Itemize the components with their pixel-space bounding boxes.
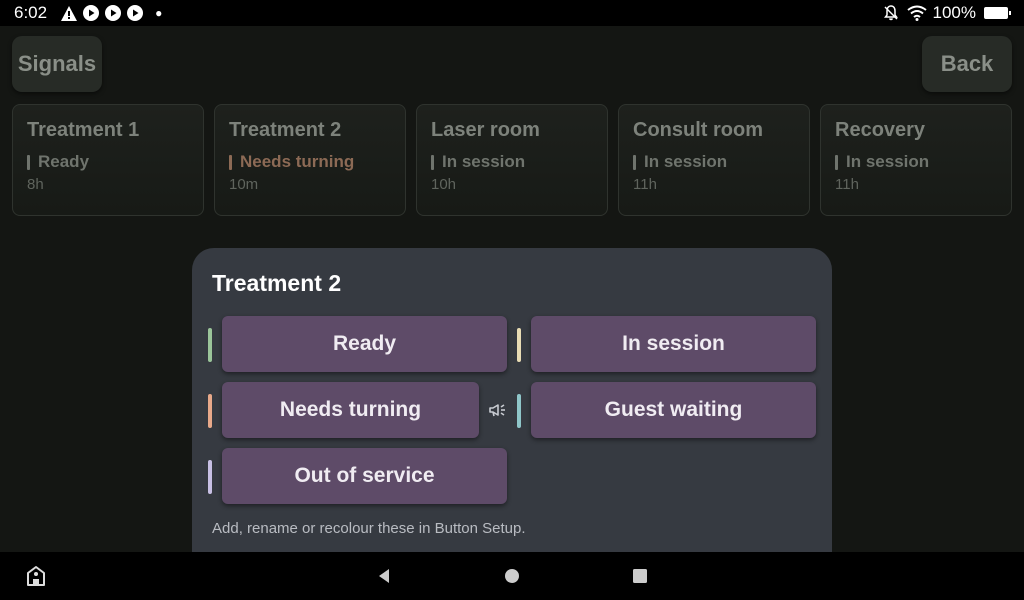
- room-status: In session: [633, 152, 795, 172]
- in-session-color-stripe: [517, 328, 521, 362]
- battery-icon: [984, 7, 1011, 19]
- play-icon: [105, 5, 122, 21]
- accessibility-icon[interactable]: [20, 552, 52, 600]
- room-status: Needs turning: [229, 152, 391, 172]
- status-time: 6:02: [14, 3, 48, 22]
- status-bar-indicator: [633, 154, 636, 170]
- status-bar-indicator: [431, 154, 434, 170]
- status-bar-indicator: [835, 154, 838, 170]
- room-time: 11h: [633, 176, 657, 193]
- back-nav-icon[interactable]: [370, 552, 398, 600]
- navigation-bar: [0, 552, 1024, 600]
- room-time: 10m: [229, 176, 259, 193]
- notifications-off-icon: [881, 5, 901, 21]
- out-of-service-color-stripe: [208, 460, 212, 494]
- room-card-recovery[interactable]: Recovery In session 11h: [820, 104, 1012, 216]
- alert-icon: [61, 5, 78, 21]
- room-name: Treatment 2: [229, 119, 342, 141]
- out-of-service-button[interactable]: Out of service: [222, 448, 507, 504]
- ready-color-stripe: [208, 328, 212, 362]
- room-card-treatment-1[interactable]: Treatment 1 Ready 8h: [12, 104, 204, 216]
- room-time: 11h: [835, 176, 859, 193]
- room-status: Ready: [27, 152, 189, 172]
- home-nav-icon[interactable]: [498, 552, 526, 600]
- back-button[interactable]: Back: [922, 36, 1012, 92]
- signals-button[interactable]: Signals: [12, 36, 102, 92]
- room-name: Laser room: [431, 119, 540, 141]
- room-card-laser-room[interactable]: Laser room In session 10h: [416, 104, 608, 216]
- room-name: Recovery: [835, 119, 926, 141]
- needs-turning-color-stripe: [208, 394, 212, 428]
- room-status: In session: [431, 152, 593, 172]
- room-name: Consult room: [633, 119, 763, 141]
- room-status: In session: [835, 152, 997, 172]
- dialog-title: Treatment 2: [212, 270, 342, 296]
- more-notifications-dot-icon: ●: [155, 6, 163, 20]
- guest-waiting-button[interactable]: Guest waiting: [531, 382, 816, 438]
- play-icon: [83, 5, 100, 21]
- room-time: 8h: [27, 176, 44, 193]
- room-name: Treatment 1: [27, 119, 140, 141]
- dialog-hint: Add, rename or recolour these in Button …: [212, 520, 526, 537]
- recents-nav-icon[interactable]: [626, 552, 654, 600]
- room-card-treatment-2[interactable]: Treatment 2 Needs turning 10m: [214, 104, 406, 216]
- in-session-button[interactable]: In session: [531, 316, 816, 372]
- room-card-consult-room[interactable]: Consult room In session 11h: [618, 104, 810, 216]
- signal-dialog: Treatment 2 Ready In session Needs turni…: [192, 248, 832, 568]
- wifi-icon: [906, 5, 927, 21]
- battery-percent: 100%: [932, 3, 976, 22]
- megaphone-icon[interactable]: [488, 400, 508, 420]
- room-time: 10h: [431, 176, 457, 193]
- play-icon: [127, 5, 144, 21]
- status-bar: 6:02 ● 100%: [0, 0, 1024, 26]
- guest-waiting-color-stripe: [517, 394, 521, 428]
- ready-button[interactable]: Ready: [222, 316, 507, 372]
- status-bar-indicator: [229, 154, 232, 170]
- needs-turning-button[interactable]: Needs turning: [222, 382, 479, 438]
- status-bar-indicator: [27, 154, 30, 170]
